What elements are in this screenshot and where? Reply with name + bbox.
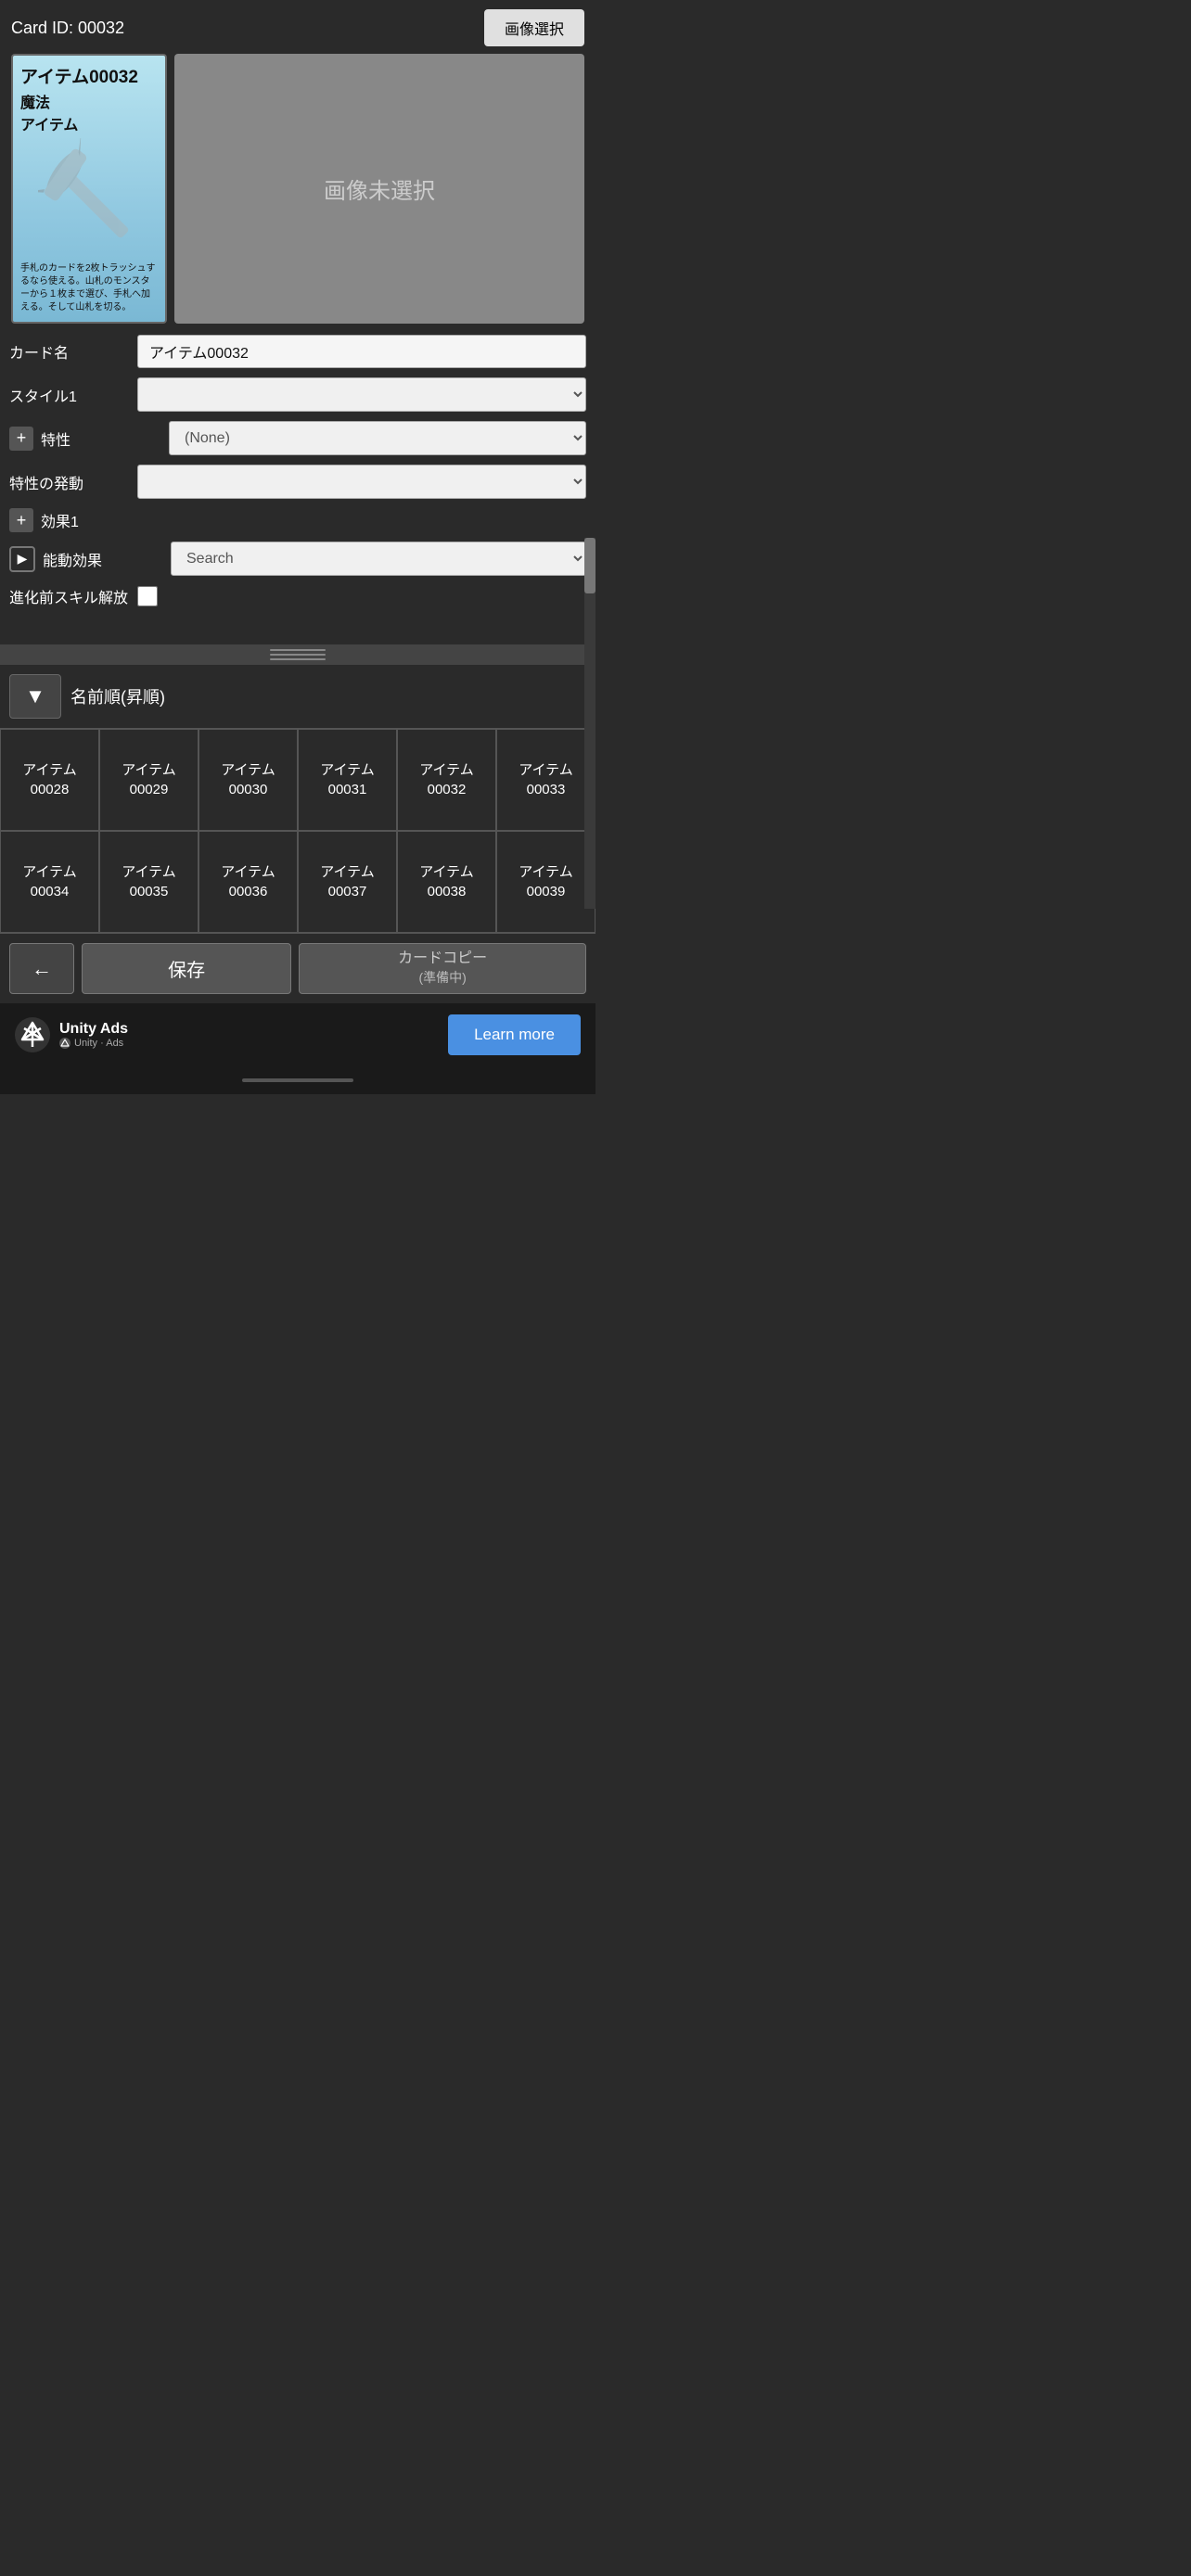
drag-lines-icon (270, 649, 326, 660)
style1-row: スタイル1 (9, 377, 586, 412)
home-indicator (0, 1066, 596, 1094)
no-image-text: 画像未選択 (324, 172, 435, 205)
grid-cell-3[interactable]: アイテム 00031 (298, 729, 397, 831)
grid-cell-text-2: アイテム 00030 (221, 760, 275, 799)
card-preview-row: アイテム00032 魔法 アイテム (11, 54, 584, 324)
grid-cell-text-11: アイテム 00039 (519, 862, 573, 901)
grid-cell-7[interactable]: アイテム 00035 (99, 831, 198, 933)
card-preview: アイテム00032 魔法 アイテム (11, 54, 167, 324)
grid-cell-11[interactable]: アイテム 00039 (496, 831, 596, 933)
active-effect-label: 能動効果 (43, 548, 163, 570)
card-name-input[interactable] (137, 335, 586, 368)
back-button[interactable]: ← (9, 943, 74, 994)
trait-trigger-select[interactable] (137, 465, 586, 499)
scrollbar-thumb[interactable] (584, 538, 596, 593)
pre-evo-label: 進化前スキル解放 (9, 585, 130, 607)
grid-cell-text-6: アイテム 00034 (22, 862, 77, 901)
form-section: カード名 スタイル1 + 特性 (None) 特性の発動 + (0, 324, 596, 607)
unity-small-icon (59, 1038, 70, 1049)
grid-cell-text-1: アイテム 00029 (122, 760, 176, 799)
grid-cell-1[interactable]: アイテム 00029 (99, 729, 198, 831)
grid-cell-text-8: アイテム 00036 (221, 862, 275, 901)
card-preview-type1: 魔法 (20, 90, 158, 112)
grid-cell-text-5: アイテム 00033 (519, 760, 573, 799)
unity-sub-label: Unity · Ads (59, 1038, 128, 1049)
card-id-label: Card ID: 00032 (11, 19, 124, 38)
save-button[interactable]: 保存 (82, 943, 291, 994)
pre-evo-row: 進化前スキル解放 (9, 585, 586, 607)
trait-add-button[interactable]: + (9, 427, 33, 451)
grid-cell-9[interactable]: アイテム 00037 (298, 831, 397, 933)
card-description: 手札のカードを2枚トラッシュするなら使える。山札のモンスターから１枚まで選び、手… (20, 262, 158, 314)
sort-label: 名前順(昇順) (70, 684, 165, 708)
card-image-area (20, 138, 158, 259)
ad-brand-text: Unity Ads Unity · Ads (59, 1021, 128, 1049)
grid-cell-text-0: アイテム 00028 (22, 760, 77, 799)
effect1-row: + 効果1 (9, 508, 586, 532)
trait-row: + 特性 (None) (9, 421, 586, 455)
image-select-button[interactable]: 画像選択 (484, 9, 584, 46)
effect1-label: 効果1 (41, 509, 161, 531)
grid-cell-text-3: アイテム 00031 (320, 760, 375, 799)
card-grid: アイテム 00028 アイテム 00029 アイテム 00030 アイテム 00031… (0, 728, 596, 933)
grid-cell-text-9: アイテム 00037 (320, 862, 375, 901)
card-name-label: カード名 (9, 340, 130, 363)
top-section: Card ID: 00032 画像選択 アイテム00032 魔法 アイテム (0, 0, 596, 324)
home-bar (242, 1078, 353, 1082)
grid-cell-5[interactable]: アイテム 00033 (496, 729, 596, 831)
grid-cell-text-7: アイテム 00035 (122, 862, 176, 901)
copy-button[interactable]: カードコピー(準備中) (299, 943, 586, 994)
card-preview-type2: アイテム (20, 112, 158, 134)
style1-label: スタイル1 (9, 384, 130, 406)
card-name-row: カード名 (9, 335, 586, 368)
trait-trigger-label: 特性の発動 (9, 471, 130, 493)
active-effect-play-button[interactable]: ▶ (9, 546, 35, 572)
sort-row: ▼ 名前順(昇順) (0, 665, 596, 728)
grid-cell-8[interactable]: アイテム 00036 (198, 831, 298, 933)
grid-cell-text-4: アイテム 00032 (419, 760, 474, 799)
bottom-bar: ← 保存 カードコピー(準備中) (0, 933, 596, 1003)
grid-cell-4[interactable]: アイテム 00032 (397, 729, 496, 831)
grid-cell-0[interactable]: アイテム 00028 (0, 729, 99, 831)
unity-ads-label: Unity Ads (59, 1021, 128, 1038)
card-preview-title: アイテム00032 (20, 63, 158, 88)
drag-divider[interactable] (0, 644, 596, 665)
effect1-add-button[interactable]: + (9, 508, 33, 532)
unity-logo-icon (15, 1017, 50, 1052)
trait-select[interactable]: (None) (169, 421, 586, 455)
ad-banner: Unity Ads Unity · Ads Learn more (0, 1003, 596, 1066)
style1-select[interactable] (137, 377, 586, 412)
scrollbar-track (584, 538, 596, 909)
grid-cell-6[interactable]: アイテム 00034 (0, 831, 99, 933)
learn-more-button[interactable]: Learn more (448, 1014, 581, 1055)
trait-trigger-row: 特性の発動 (9, 465, 586, 499)
active-effect-select[interactable]: Search (171, 542, 586, 576)
card-id-row: Card ID: 00032 画像選択 (11, 9, 584, 46)
sort-direction-button[interactable]: ▼ (9, 674, 61, 719)
pickaxe-icon (38, 138, 140, 259)
trait-label: 特性 (41, 427, 161, 450)
grid-cell-10[interactable]: アイテム 00038 (397, 831, 496, 933)
sort-arrow-icon: ▼ (25, 684, 45, 708)
no-image-area: 画像未選択 (174, 54, 584, 324)
ad-left: Unity Ads Unity · Ads (15, 1017, 128, 1052)
pre-evo-checkbox[interactable] (137, 586, 158, 606)
grid-cell-text-10: アイテム 00038 (419, 862, 474, 901)
grid-cell-2[interactable]: アイテム 00030 (198, 729, 298, 831)
active-effect-row: ▶ 能動効果 Search (9, 542, 586, 576)
